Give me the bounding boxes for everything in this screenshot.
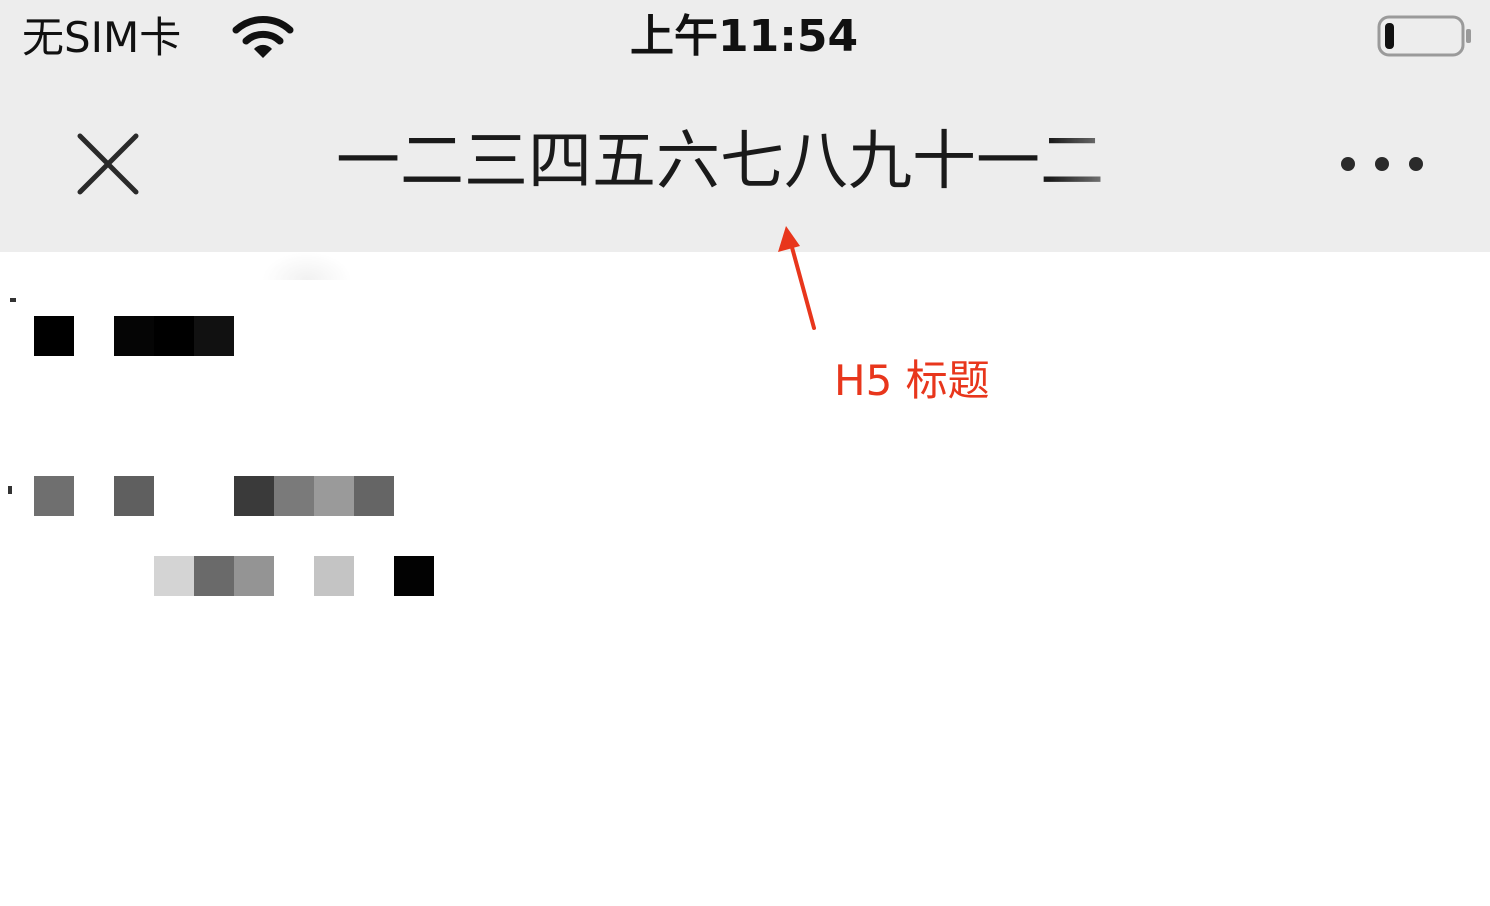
pixel-mark (10, 298, 16, 302)
redacted-block (114, 316, 154, 356)
status-bar: 无SIM卡 上午11:54 (0, 0, 1490, 80)
redacted-block (154, 556, 194, 596)
redacted-block (194, 316, 234, 356)
battery-level-fill (1385, 23, 1394, 49)
more-dots-icon (1341, 157, 1423, 171)
page-title: 一二三四五六七八九十一二 (336, 125, 1104, 199)
redacted-block (34, 476, 74, 516)
redacted-block (234, 556, 274, 596)
annotation-arrow (778, 226, 816, 330)
page-content (0, 252, 1490, 906)
redacted-block (154, 316, 194, 356)
redacted-block (114, 476, 154, 516)
redacted-block (274, 476, 314, 516)
carrier-label: 无SIM卡 (22, 13, 182, 62)
pixel-mark (8, 486, 12, 494)
redacted-block (194, 556, 234, 596)
mobile-screen: 无SIM卡 上午11:54 一二三四五六七八九十一二 H5 标题 (0, 0, 1490, 906)
close-button[interactable] (70, 126, 146, 202)
blurred-shape (262, 252, 352, 280)
nav-bar: 一二三四五六七八九十一二 (0, 80, 1490, 252)
status-clock: 上午11:54 (630, 11, 859, 62)
annotation-label: H5 标题 (834, 356, 990, 405)
redacted-block (354, 476, 394, 516)
battery-low-icon (1377, 15, 1471, 57)
wifi-icon (232, 16, 294, 58)
redacted-block (314, 556, 354, 596)
redacted-block (314, 476, 354, 516)
close-icon (77, 133, 139, 195)
more-button[interactable] (1336, 142, 1428, 186)
redacted-block (394, 556, 434, 596)
redacted-block (234, 476, 274, 516)
redacted-block (34, 316, 74, 356)
